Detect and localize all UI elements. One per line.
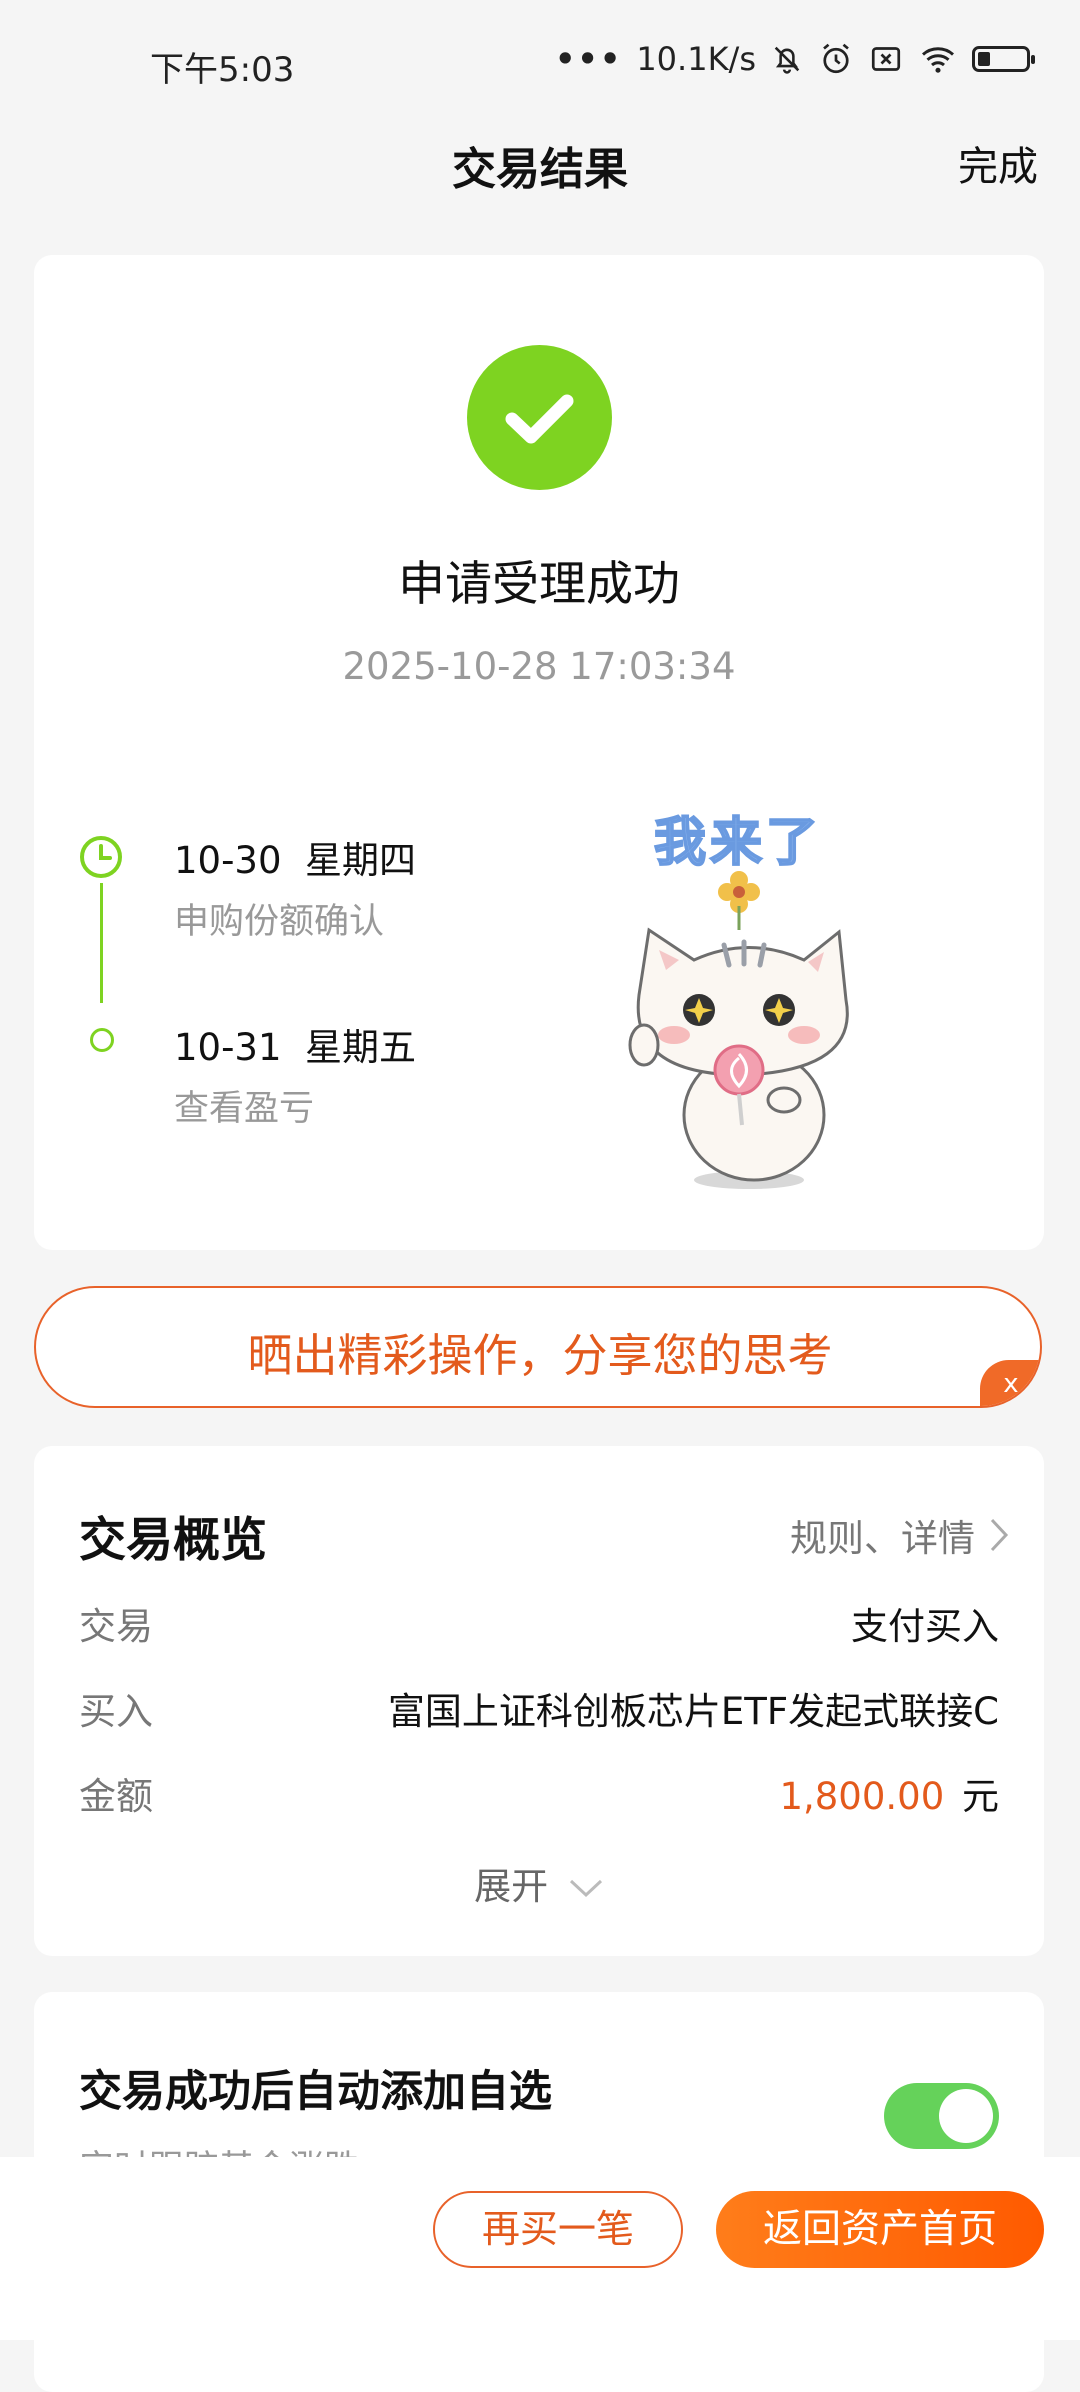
- status-bar: 下午5:03 ••• 10.1K/s: [0, 0, 1080, 130]
- page-title: 交易结果: [452, 144, 628, 195]
- timeline-date: 10-31 星期五: [174, 1026, 417, 1069]
- rules-details-link[interactable]: 规则、详情: [790, 1508, 1009, 1562]
- trade-overview-card: 交易概览 规则、详情 交易 支付买入 买入 富国上证科创板芯片ETF发起式联接C…: [34, 1446, 1044, 1956]
- buy-again-button[interactable]: 再买一笔: [433, 2191, 683, 2268]
- return-home-button[interactable]: 返回资产首页: [716, 2191, 1044, 2268]
- auto-watch-title: 交易成功后自动添加自选: [79, 2067, 552, 2117]
- expand-label: 展开: [474, 1865, 549, 1908]
- chevron-down-icon: [569, 1879, 602, 1898]
- timeline-desc: 申购份额确认: [174, 902, 385, 942]
- row-value-fund-name: 富国上证科创板芯片ETF发起式联接C: [387, 1690, 999, 1733]
- status-time: 下午5:03: [150, 50, 295, 90]
- result-timestamp: 2025-10-28 17:03:34: [342, 645, 736, 688]
- row-value-trade: 支付买入: [851, 1605, 999, 1648]
- timeline-date: 10-30 星期四: [174, 839, 417, 882]
- bottom-action-bar: 再买一笔 返回资产首页: [0, 2157, 1080, 2340]
- alarm-icon: [823, 43, 849, 74]
- cat-sticker-icon: 我来了: [614, 800, 884, 1200]
- close-icon[interactable]: x: [980, 1360, 1040, 1406]
- amount-number: 1,800.00: [779, 1775, 945, 1818]
- bell-muted-icon: [774, 46, 800, 74]
- row-label-buy: 买入: [79, 1690, 153, 1733]
- result-card: 申请受理成功 2025-10-28 17:03:34 10-30 星期四 申购份…: [34, 255, 1044, 1250]
- done-button[interactable]: 完成: [958, 134, 1038, 192]
- wifi-icon: [922, 47, 954, 73]
- expand-button[interactable]: 展开: [34, 1856, 1044, 1910]
- sticker-text: 我来了: [653, 812, 823, 874]
- dot-icon: [90, 1028, 114, 1052]
- rules-details-label: 规则、详情: [790, 1517, 975, 1560]
- row-label-trade: 交易: [79, 1605, 153, 1648]
- share-banner-text: 晒出精彩操作，分享您的思考: [247, 1329, 833, 1382]
- overview-title: 交易概览: [79, 1513, 267, 1568]
- network-speed: 10.1K/s: [636, 40, 756, 78]
- check-icon: [505, 394, 574, 444]
- status-icons: ••• 10.1K/s: [554, 40, 1035, 78]
- share-banner[interactable]: 晒出精彩操作，分享您的思考 x: [34, 1286, 1042, 1408]
- timeline-desc: 查看盈亏: [174, 1089, 315, 1129]
- amount-unit: 元: [962, 1775, 999, 1818]
- chevron-right-icon: [990, 1518, 1009, 1552]
- battery-icon: [972, 46, 1035, 72]
- more-dots: •••: [554, 40, 623, 78]
- auto-watch-toggle[interactable]: [884, 2083, 999, 2149]
- timeline-line: [100, 883, 103, 1003]
- row-label-amount: 金额: [79, 1775, 153, 1818]
- clock-icon: [80, 836, 122, 878]
- sim-none-icon: [871, 47, 901, 71]
- row-value-amount: 1,800.00 元: [779, 1766, 999, 1820]
- result-title: 申请受理成功: [398, 557, 680, 612]
- success-badge: [467, 345, 612, 490]
